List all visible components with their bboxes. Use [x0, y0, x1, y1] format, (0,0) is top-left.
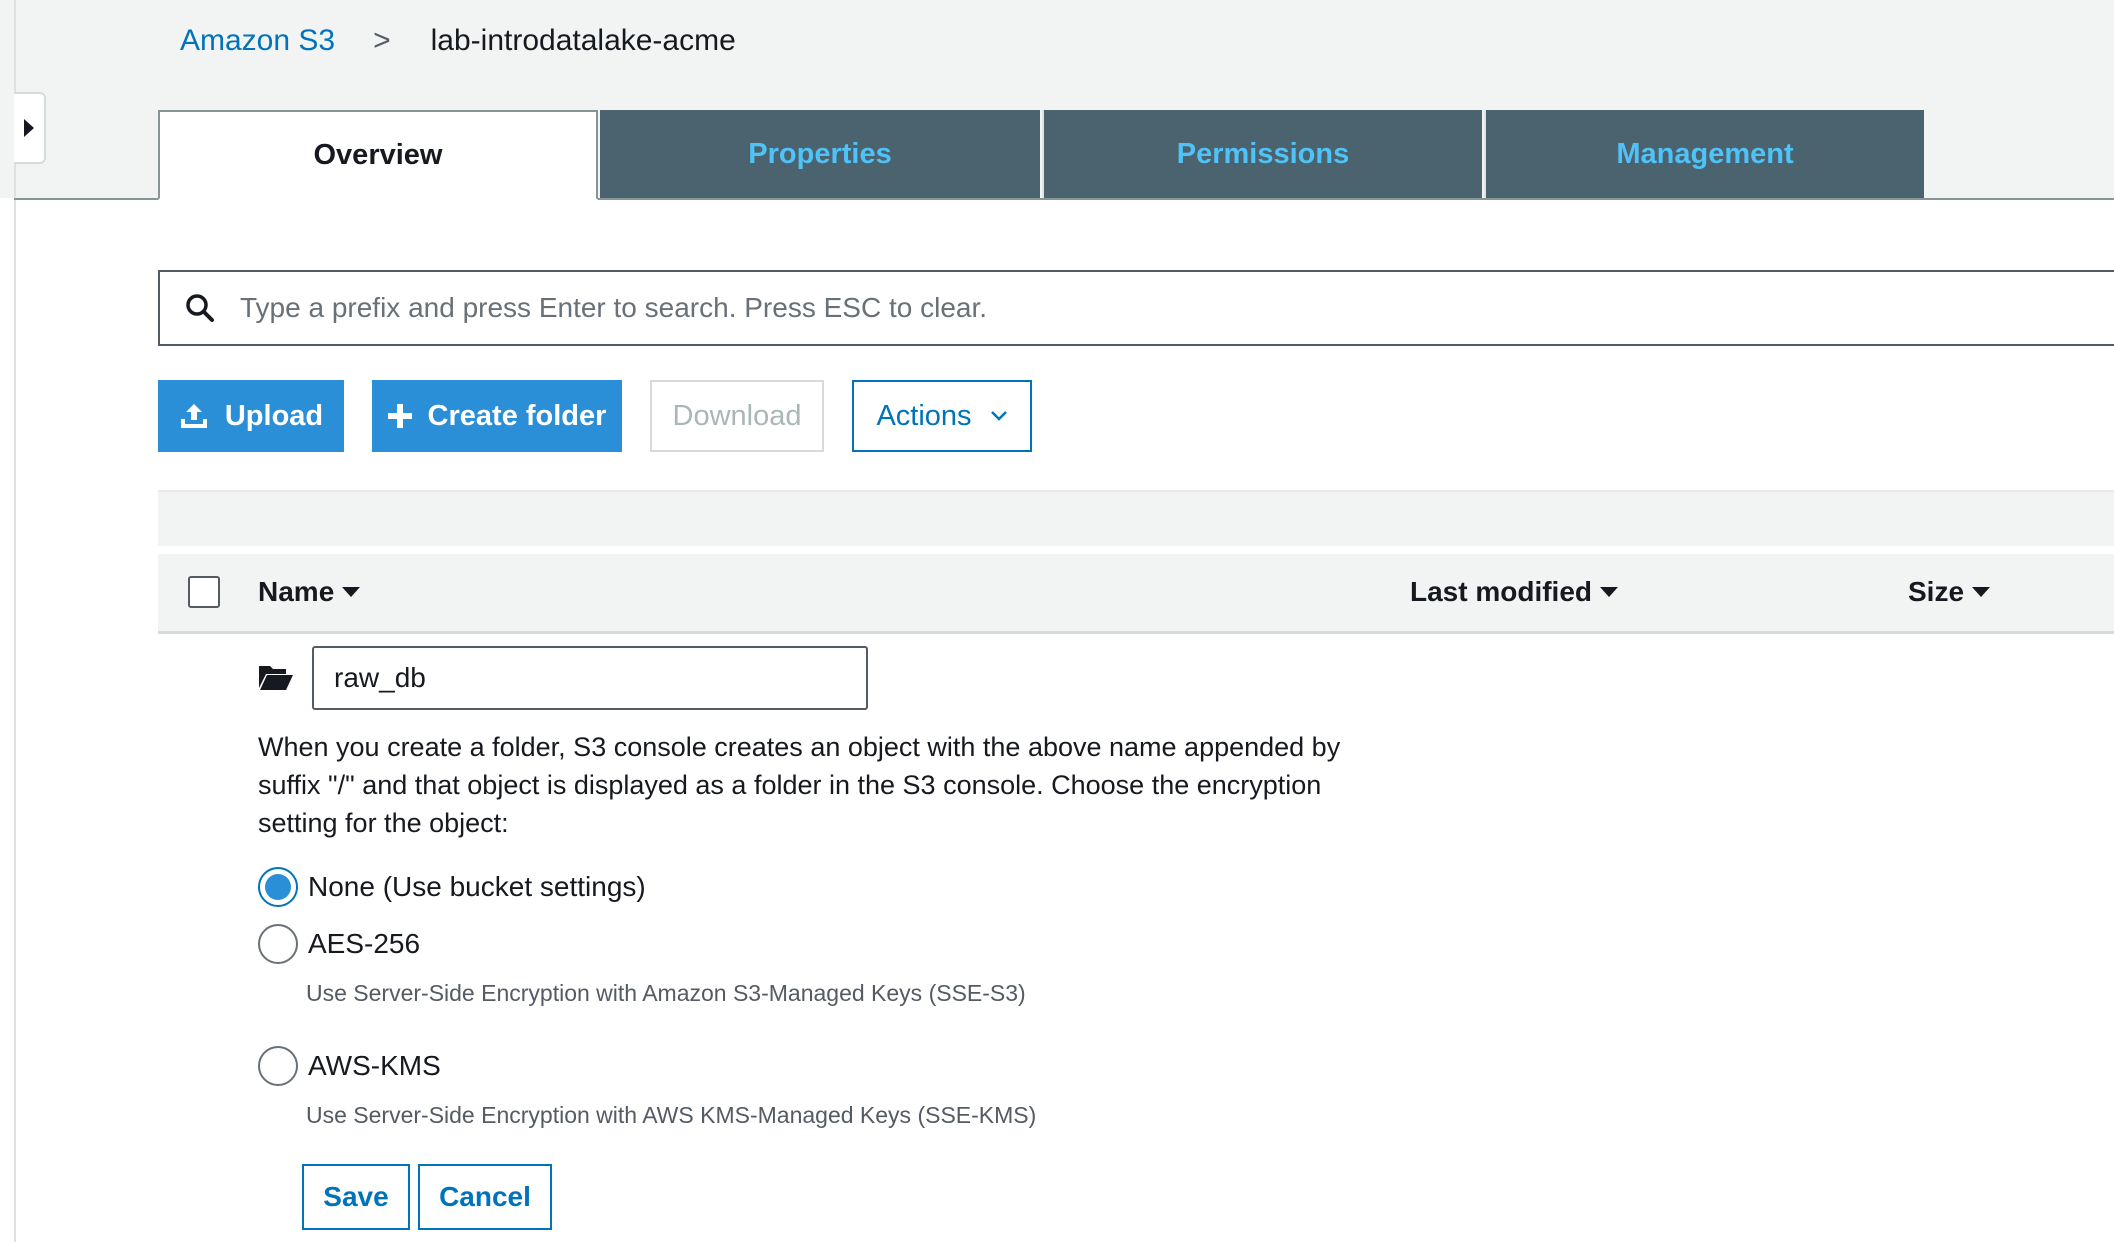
search-icon: [160, 293, 240, 323]
radio-aws-kms[interactable]: [258, 1046, 298, 1086]
bucket-tabs: Overview Properties Permissions Manageme…: [14, 110, 2114, 200]
objects-table-header: Name Last modified Size: [158, 554, 2114, 634]
caret-down-icon: [342, 587, 361, 597]
prefix-search-box: [158, 270, 2114, 346]
encryption-option-none-label: None (Use bucket settings): [308, 871, 646, 902]
save-button[interactable]: Save: [302, 1164, 410, 1230]
breadcrumb-separator-icon: >: [373, 24, 391, 57]
breadcrumb-current-bucket: lab-introdatalake-acme: [430, 24, 736, 57]
radio-none[interactable]: [258, 867, 298, 907]
column-name-label: Name: [258, 576, 335, 607]
cancel-button[interactable]: Cancel: [418, 1164, 552, 1230]
search-input[interactable]: [240, 292, 2114, 324]
chevron-down-icon: [990, 410, 1008, 422]
actions-dropdown-button[interactable]: Actions: [852, 380, 1032, 452]
upload-icon: [179, 402, 209, 430]
caret-down-icon: [1972, 587, 1991, 597]
breadcrumb-amazon-s3-link[interactable]: Amazon S3: [180, 24, 335, 58]
column-header-size[interactable]: Size: [1908, 576, 1991, 608]
folder-name-input[interactable]: [312, 646, 868, 710]
column-header-name[interactable]: Name: [258, 576, 361, 608]
upload-button[interactable]: Upload: [158, 380, 344, 452]
encryption-option-aws-kms-label: AWS-KMS: [308, 1050, 441, 1081]
encryption-option-aes256[interactable]: AES-256: [258, 924, 420, 964]
breadcrumb: Amazon S3 > lab-introdatalake-acme: [180, 20, 736, 62]
encryption-option-aws-kms[interactable]: AWS-KMS: [258, 1046, 441, 1086]
table-toolbar-strip: [158, 490, 2114, 546]
create-folder-button[interactable]: Create folder: [372, 380, 622, 452]
select-all-checkbox[interactable]: [188, 576, 220, 608]
folder-encryption-description: When you create a folder, S3 console cre…: [258, 732, 1341, 838]
plus-icon: [387, 404, 412, 428]
download-button[interactable]: Download: [650, 380, 824, 452]
column-size-label: Size: [1908, 576, 1965, 607]
create-folder-label: Create folder: [427, 399, 607, 432]
tab-overview[interactable]: Overview: [158, 110, 598, 200]
encryption-option-aes256-hint: Use Server-Side Encryption with Amazon S…: [306, 980, 1026, 1006]
upload-label: Upload: [224, 399, 324, 432]
encryption-option-aws-kms-hint: Use Server-Side Encryption with AWS KMS-…: [306, 1102, 1037, 1128]
encryption-option-aes256-label: AES-256: [308, 928, 421, 959]
caret-down-icon: [1600, 587, 1619, 597]
tab-properties[interactable]: Properties: [600, 110, 1040, 198]
column-last-modified-label: Last modified: [1410, 576, 1593, 607]
tab-management[interactable]: Management: [1484, 110, 1924, 198]
folder-open-icon: [258, 662, 294, 692]
tab-permissions[interactable]: Permissions: [1042, 110, 1482, 198]
encryption-option-none[interactable]: None (Use bucket settings): [258, 867, 646, 907]
radio-aes256[interactable]: [258, 924, 298, 964]
actions-label: Actions: [876, 399, 972, 432]
column-header-last-modified[interactable]: Last modified: [1410, 576, 1619, 608]
